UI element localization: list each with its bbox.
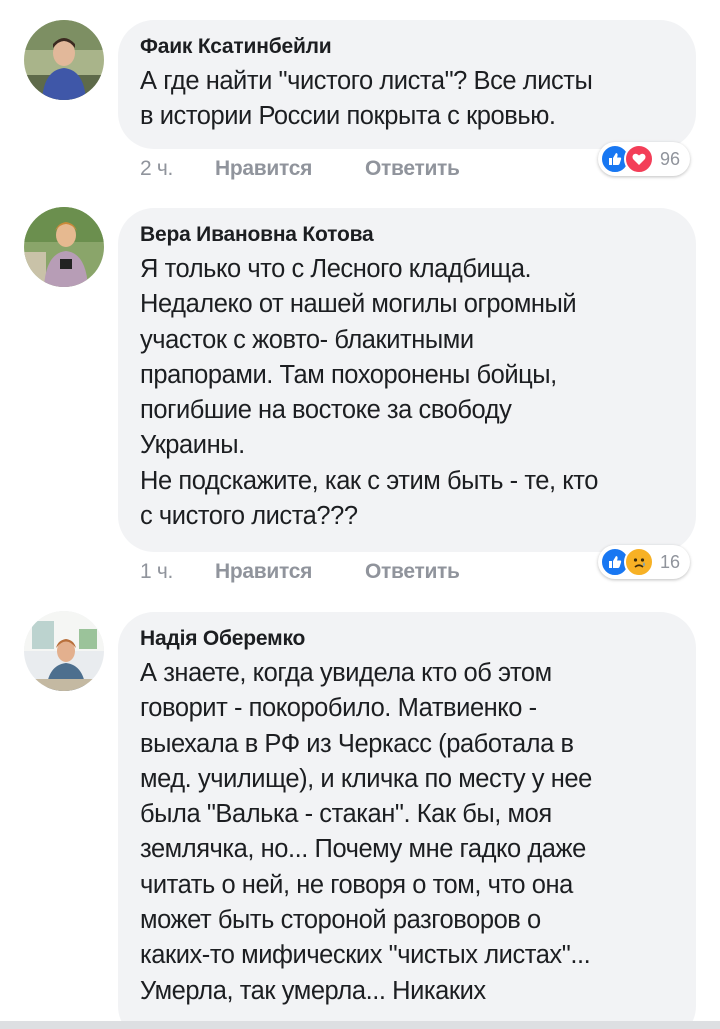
like-button[interactable]: Нравится bbox=[215, 560, 365, 584]
reactions-summary[interactable]: 16 bbox=[597, 545, 690, 579]
bottom-divider bbox=[0, 1021, 720, 1029]
comment-text: А знаете, когда увидела кто об этом гово… bbox=[140, 659, 592, 1005]
comment-bubble: Надія Оберемко А знаете, когда увидела к… bbox=[118, 612, 696, 1029]
avatar[interactable] bbox=[24, 207, 104, 287]
comment-text: Я только что с Лесного кладбища. Недалек… bbox=[140, 255, 598, 531]
comment-actions: 1 ч. Нравится Ответить bbox=[140, 557, 460, 587]
comment-author[interactable]: Вера Ивановна Котова bbox=[140, 222, 672, 248]
reply-button[interactable]: Ответить bbox=[365, 560, 460, 584]
comment-feed: Фаик Ксатинбейли А где найти "чистого ли… bbox=[0, 0, 720, 1029]
comment-author[interactable]: Надія Оберемко bbox=[140, 626, 672, 652]
comment-time[interactable]: 1 ч. bbox=[140, 560, 215, 584]
comment-bubble: Вера Ивановна Котова Я только что с Лесн… bbox=[118, 208, 696, 552]
comment-time[interactable]: 2 ч. bbox=[140, 157, 215, 181]
reaction-count: 96 bbox=[659, 148, 680, 169]
comment-actions: 2 ч. Нравится Ответить bbox=[140, 154, 460, 184]
avatar[interactable] bbox=[24, 611, 104, 691]
comment-text: А где найти "чистого листа"? Все листы в… bbox=[140, 67, 593, 131]
reply-button[interactable]: Ответить bbox=[365, 157, 460, 181]
comment-bubble: Фаик Ксатинбейли А где найти "чистого ли… bbox=[118, 20, 696, 149]
reactions-summary[interactable]: 96 bbox=[597, 142, 690, 176]
avatar[interactable] bbox=[24, 20, 104, 100]
reaction-count: 16 bbox=[659, 551, 680, 572]
like-button[interactable]: Нравится bbox=[215, 157, 365, 181]
comment-author[interactable]: Фаик Ксатинбейли bbox=[140, 34, 672, 60]
sad-icon bbox=[623, 547, 654, 577]
love-icon bbox=[623, 144, 654, 174]
